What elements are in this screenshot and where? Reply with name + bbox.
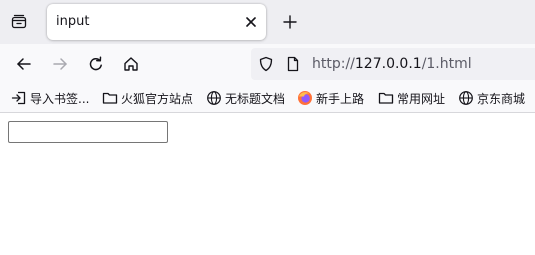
folder-icon <box>102 90 118 106</box>
globe-icon <box>206 90 222 106</box>
globe-icon <box>458 90 474 106</box>
bookmark-label: 京东商城 <box>477 91 526 106</box>
page-icon <box>287 56 299 72</box>
tab-list-icon <box>11 14 27 29</box>
bookmark-label: 新手上路 <box>316 91 365 106</box>
url-host: 127.0.0.1 <box>354 56 422 72</box>
arrow-left-icon <box>17 58 31 70</box>
bookmark-label: 导入书签... <box>30 91 90 106</box>
plus-icon <box>283 15 297 29</box>
bookmark-folder-firefox-sites[interactable]: 火狐官方站点 <box>102 89 193 107</box>
new-tab-button[interactable] <box>279 11 301 33</box>
tab-active[interactable]: input <box>47 4 266 40</box>
reload-button[interactable] <box>84 52 108 76</box>
reload-icon <box>89 56 102 71</box>
back-button[interactable] <box>12 52 36 76</box>
home-button[interactable] <box>119 52 143 76</box>
shield-icon <box>259 56 273 72</box>
tab-list-button[interactable] <box>6 9 32 35</box>
bookmarks-toolbar: 导入书签... 火狐官方站点 无标题文档 新手上路 常用网址 京东商城 <box>0 84 535 113</box>
tab-strip: input <box>0 0 535 44</box>
bookmark-jd-mall[interactable]: 京东商城 <box>458 89 525 107</box>
bookmark-getting-started[interactable]: 新手上路 <box>297 89 364 107</box>
url-scheme: http:// <box>312 56 355 72</box>
page-info-button[interactable] <box>285 56 301 72</box>
url-path: /1.html <box>421 56 472 72</box>
close-icon <box>246 17 256 27</box>
bookmark-label: 无标题文档 <box>225 91 286 106</box>
tab-title: input <box>56 14 90 29</box>
home-icon <box>124 57 138 71</box>
bookmark-import[interactable]: 导入书签... <box>11 89 89 107</box>
tracking-protection-button[interactable] <box>258 56 274 72</box>
firefox-icon <box>297 90 313 106</box>
import-icon <box>11 90 27 106</box>
text-input[interactable] <box>8 121 168 143</box>
bookmark-label: 常用网址 <box>397 91 446 106</box>
page-content <box>0 113 535 255</box>
url-text[interactable]: http://127.0.0.1/1.html <box>312 56 472 72</box>
bookmark-label: 火狐官方站点 <box>121 91 194 106</box>
bookmark-folder-common-sites[interactable]: 常用网址 <box>378 89 445 107</box>
browser-window: input http://127.0.0.1/1.html 导入书签... 火狐… <box>0 0 535 255</box>
folder-icon <box>378 90 394 106</box>
bookmark-untitled-document[interactable]: 无标题文档 <box>206 89 285 107</box>
navigation-toolbar: http://127.0.0.1/1.html <box>0 44 535 84</box>
url-bar[interactable]: http://127.0.0.1/1.html <box>251 48 535 80</box>
arrow-right-icon <box>53 58 67 70</box>
forward-button[interactable] <box>48 52 72 76</box>
tab-close-button[interactable] <box>243 14 259 30</box>
